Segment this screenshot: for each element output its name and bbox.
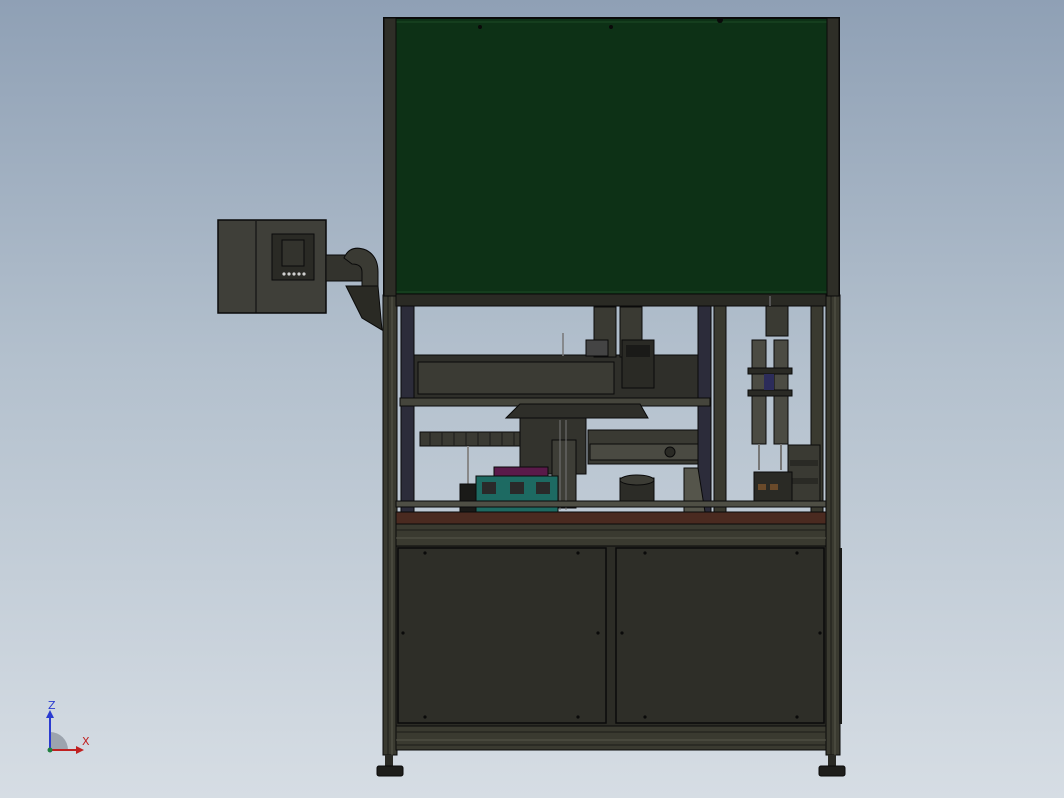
top-enclosure <box>383 17 840 296</box>
cabinet-door-left[interactable] <box>397 547 607 724</box>
side-block <box>787 444 821 504</box>
part-feeder <box>753 471 793 505</box>
swing-arm-mount <box>325 247 383 331</box>
coordinate-triad[interactable]: Z X <box>40 698 100 758</box>
cabinet-door-right[interactable] <box>615 547 825 724</box>
vertical-cylinder-assembly <box>747 296 793 470</box>
leveling-foot-right <box>818 755 846 777</box>
control-box[interactable] <box>217 219 327 314</box>
slide-table <box>587 429 699 465</box>
cad-viewport[interactable] <box>0 0 1064 798</box>
linear-actuator <box>419 431 523 447</box>
gantry-beam <box>399 306 711 407</box>
z-axis-label: Z <box>48 699 56 712</box>
servo-motor <box>621 339 655 389</box>
hmi-screen-icon[interactable] <box>271 233 315 281</box>
x-axis-label: X <box>82 735 90 748</box>
leveling-foot-left <box>376 755 404 777</box>
